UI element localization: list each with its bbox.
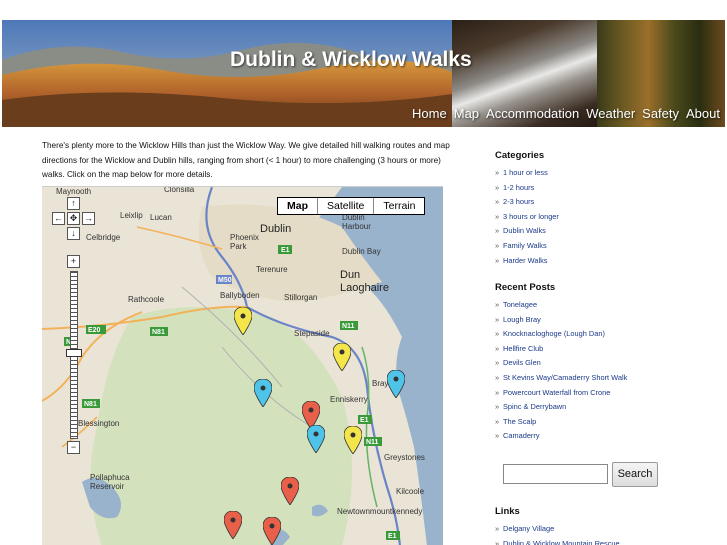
map-marker-1[interactable] <box>234 307 252 335</box>
map-label-stillorgan: Stillorgan <box>284 293 318 302</box>
svg-text:E20: E20 <box>88 327 101 334</box>
arrow-right-icon[interactable]: → <box>82 212 95 225</box>
map-label-stepaside: Stepaside <box>294 329 330 338</box>
recent-post-link[interactable]: Knocknacloghoge (Lough Dan) <box>495 327 627 342</box>
map-marker-8[interactable] <box>281 477 299 505</box>
center-icon[interactable]: ✥ <box>67 212 80 225</box>
map-label-lucan: Lucan <box>150 213 172 222</box>
recent-post-link[interactable]: Spinc & Derrybawn <box>495 400 627 415</box>
map-marker-6[interactable] <box>307 425 325 453</box>
external-link[interactable]: Dublin & Wicklow Mountain Rescue <box>495 537 620 545</box>
map-label-blessington: Blessington <box>78 419 120 428</box>
recent-posts-heading: Recent Posts <box>495 282 556 293</box>
arrow-up-icon[interactable]: ↑ <box>67 197 80 210</box>
search-button[interactable]: Search <box>612 462 658 487</box>
map-label-ballyboden: Ballyboden <box>220 291 260 300</box>
nav-accommodation[interactable]: Accommodation <box>486 106 579 121</box>
map-marker-4[interactable] <box>254 379 272 407</box>
map-label-clonsilla: Clonsilla <box>164 186 195 194</box>
map-label-terenure: Terenure <box>256 265 288 274</box>
arrow-down-icon[interactable]: ↓ <box>67 227 80 240</box>
category-link[interactable]: 2-3 hours <box>495 195 559 210</box>
map-label-kilcoole: Kilcoole <box>396 487 425 496</box>
recent-post-link[interactable]: St Kevins Way/Camaderry Short Walk <box>495 371 627 386</box>
site-title[interactable]: Dublin & Wicklow Walks <box>230 48 472 72</box>
map-label-leixlip: Leixlip <box>120 211 143 220</box>
zoom-slider-thumb[interactable] <box>66 349 82 357</box>
recent-post-link[interactable]: Powercourt Waterfall from Crone <box>495 386 627 401</box>
nav-home[interactable]: Home <box>412 106 447 121</box>
svg-text:M50: M50 <box>218 277 232 284</box>
category-link[interactable]: Harder Walks <box>495 254 559 269</box>
map-label-dublin: Dublin <box>260 223 292 235</box>
map-label-enniskerry: Enniskerry <box>330 395 368 404</box>
svg-text:N11: N11 <box>366 439 379 446</box>
zoom-out-button[interactable]: − <box>67 441 80 454</box>
map-label-newtownmountkennedy: Newtownmountkennedy <box>337 507 423 516</box>
recent-post-link[interactable]: Camaderry <box>495 429 627 444</box>
nav-weather[interactable]: Weather <box>586 106 635 121</box>
map-type-map[interactable]: Map <box>278 198 317 214</box>
map-type-control: Map Satellite Terrain <box>277 197 426 215</box>
map-label-phoenix-park: Phoenix Park <box>230 233 259 251</box>
map-marker-10[interactable] <box>263 517 281 545</box>
map-label-pollaphuca: Pollaphuca Reservoir <box>90 473 130 491</box>
map-label-dun-laoghaire: Dun Laoghaire <box>340 269 389 294</box>
header-hills-image <box>2 20 452 127</box>
category-link[interactable]: 1 hour or less <box>495 166 559 181</box>
category-link[interactable]: Family Walks <box>495 239 559 254</box>
map-marker-7[interactable] <box>344 426 362 454</box>
map-type-terrain[interactable]: Terrain <box>373 198 424 214</box>
main-nav: Home Map Accommodation Weather Safety Ab… <box>412 106 720 121</box>
recent-post-link[interactable]: Hellfire Club <box>495 342 627 357</box>
recent-post-link[interactable]: Tonelagee <box>495 298 627 313</box>
categories-heading: Categories <box>495 150 545 161</box>
svg-text:E1: E1 <box>360 417 369 424</box>
svg-text:N11: N11 <box>342 323 355 330</box>
category-link[interactable]: Dublin Walks <box>495 224 559 239</box>
map-marker-2[interactable] <box>333 343 351 371</box>
site-header: Dublin & Wicklow Walks Home Map Accommod… <box>2 20 725 127</box>
map-label-dublin-bay: Dublin Bay <box>342 247 381 256</box>
categories-section: Categories 1 hour or less 1-2 hours 2-3 … <box>495 150 559 268</box>
category-link[interactable]: 3 hours or longer <box>495 210 559 225</box>
svg-text:N81: N81 <box>84 401 97 408</box>
links-heading: Links <box>495 506 520 517</box>
map-label-rathcoole: Rathcoole <box>128 295 165 304</box>
map-marker-3[interactable] <box>387 370 405 398</box>
svg-text:E1: E1 <box>388 533 397 540</box>
recent-posts-section: Recent Posts Tonelagee Lough Bray Knockn… <box>495 282 627 444</box>
map-label-bray: Bray <box>372 379 389 388</box>
map-marker-9[interactable] <box>224 511 242 539</box>
map-type-satellite[interactable]: Satellite <box>317 198 373 214</box>
zoom-control: + − <box>66 255 82 455</box>
category-link[interactable]: 1-2 hours <box>495 181 559 196</box>
nav-about[interactable]: About <box>686 106 720 121</box>
map-label-greystones: Greystones <box>384 453 425 462</box>
svg-text:E1: E1 <box>281 247 290 254</box>
recent-post-link[interactable]: The Scalp <box>495 415 627 430</box>
recent-post-link[interactable]: Devils Glen <box>495 356 627 371</box>
map-label-dublin-harbour: Dublin Harbour <box>342 213 371 231</box>
svg-text:N81: N81 <box>152 329 165 336</box>
walks-map[interactable]: M50 E1 E20 N81 N7 N11 E1 N11 N81 E1 Mayn… <box>42 186 443 545</box>
links-section: Links Delgany Village Dublin & Wicklow M… <box>495 506 620 545</box>
arrow-left-icon[interactable]: ← <box>52 212 65 225</box>
external-link[interactable]: Delgany Village <box>495 522 620 537</box>
pan-control: ↑ ← ✥ → ↓ <box>50 191 100 251</box>
nav-safety[interactable]: Safety <box>642 106 679 121</box>
search-input[interactable] <box>503 464 608 484</box>
intro-text: There's plenty more to the Wicklow Hills… <box>42 141 450 179</box>
zoom-in-button[interactable]: + <box>67 255 80 268</box>
recent-post-link[interactable]: Lough Bray <box>495 313 627 328</box>
nav-map[interactable]: Map <box>454 106 479 121</box>
